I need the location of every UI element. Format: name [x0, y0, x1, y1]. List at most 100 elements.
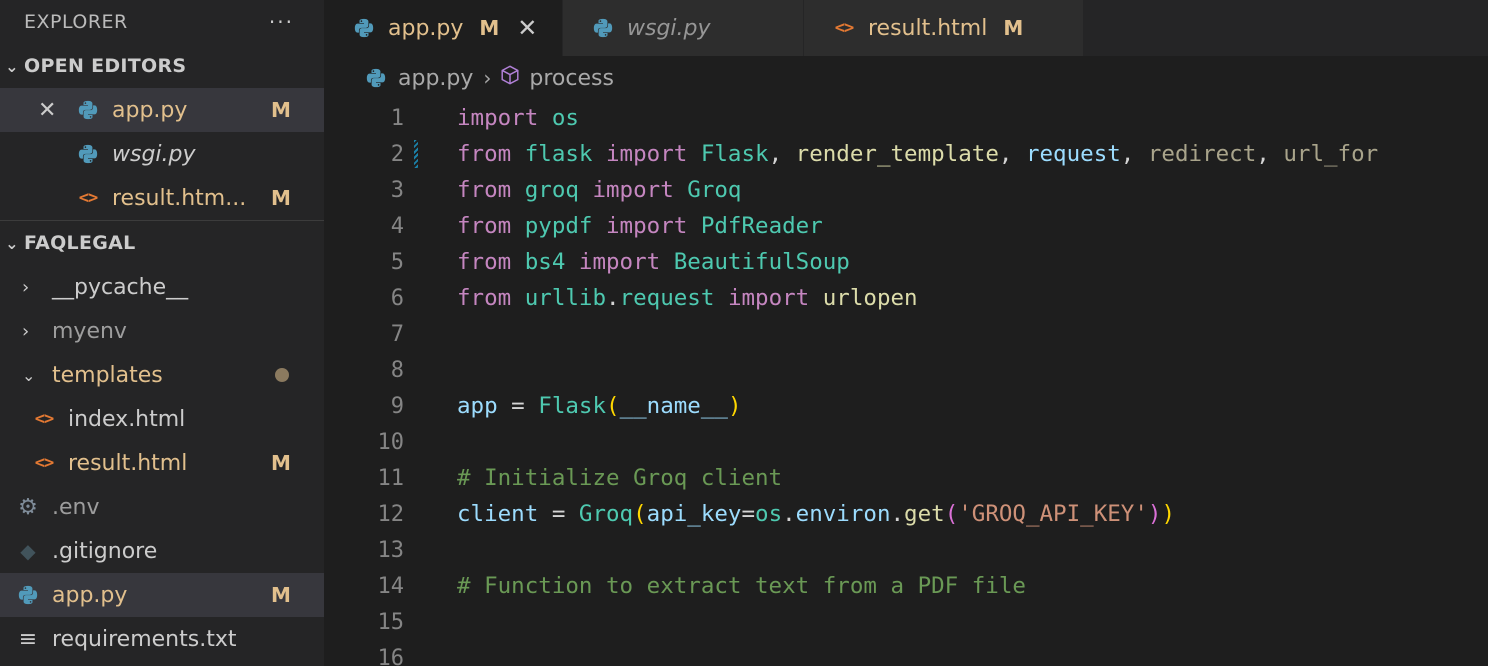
- line-number: 12: [377, 501, 405, 527]
- line-number: 1: [390, 105, 404, 131]
- editor-area: app.py M ✕ wsgi.py <> result.html M app.…: [324, 0, 1488, 666]
- line-number: 5: [390, 249, 404, 275]
- gear-icon: ⚙: [18, 494, 38, 520]
- tab-app-py[interactable]: app.py M ✕: [324, 0, 563, 56]
- code-line: 1 import os: [324, 100, 1488, 136]
- file-name: .gitignore: [52, 538, 158, 564]
- code-line: 14 # Function to extract text from a PDF …: [324, 568, 1488, 604]
- line-number: 3: [390, 177, 404, 203]
- tab-result-html[interactable]: <> result.html M: [804, 0, 1084, 56]
- chevron-right-icon: ›: [22, 276, 30, 298]
- file-name: requirements.txt: [52, 626, 237, 652]
- file-name: result.html: [68, 450, 188, 476]
- tab-wsgi-py[interactable]: wsgi.py: [563, 0, 804, 56]
- line-number: 8: [390, 357, 404, 383]
- file-result-html[interactable]: <> result.html M: [0, 441, 324, 485]
- chevron-down-icon: ⌄: [22, 365, 36, 385]
- line-number: 4: [390, 213, 404, 239]
- python-icon: [76, 142, 100, 166]
- line-number: 10: [377, 429, 405, 455]
- code-line: 7: [324, 316, 1488, 352]
- tab-label: app.py: [388, 15, 464, 41]
- code-line: 11 # Initialize Groq client: [324, 460, 1488, 496]
- code-line: 15: [324, 604, 1488, 640]
- folder-name: myenv: [52, 318, 127, 344]
- modified-badge: M: [1003, 16, 1024, 40]
- chevron-right-icon: ›: [22, 320, 30, 342]
- html-icon: <>: [78, 188, 98, 208]
- more-actions-icon[interactable]: ···: [269, 10, 294, 34]
- python-icon: [364, 66, 388, 90]
- code-line: 3 from groq import Groq: [324, 172, 1488, 208]
- code-line: 16: [324, 640, 1488, 666]
- html-icon: <>: [34, 409, 54, 429]
- code-line: 13: [324, 532, 1488, 568]
- file-requirements-txt[interactable]: ≡ requirements.txt: [0, 617, 324, 661]
- file-env[interactable]: ⚙ .env: [0, 485, 324, 529]
- explorer-header: EXPLORER ···: [0, 0, 324, 44]
- html-icon: <>: [834, 18, 854, 38]
- tab-bar: app.py M ✕ wsgi.py <> result.html M: [324, 0, 1488, 56]
- method-cube-icon: [499, 64, 521, 92]
- folder-myenv[interactable]: › myenv: [0, 309, 324, 353]
- file-app-py[interactable]: app.py M: [0, 573, 324, 617]
- folder-pycache[interactable]: › __pycache__: [0, 265, 324, 309]
- file-name: app.py: [112, 97, 188, 123]
- python-icon: [591, 16, 615, 40]
- code-line: 9 app = Flask(__name__): [324, 388, 1488, 424]
- project-label: FAQLEGAL: [24, 232, 136, 254]
- modified-badge: M: [271, 186, 291, 210]
- line-number: 16: [377, 645, 405, 666]
- line-number: 14: [377, 573, 405, 599]
- open-editor-wsgi-py[interactable]: wsgi.py: [0, 132, 324, 176]
- line-number: 9: [390, 393, 404, 419]
- code-editor[interactable]: 1 import os 2 from flask import Flask, ren…: [324, 100, 1488, 666]
- modified-badge: M: [271, 451, 291, 475]
- modified-badge: M: [479, 16, 500, 40]
- file-name: .env: [52, 494, 100, 520]
- tab-label: wsgi.py: [627, 15, 711, 41]
- code-line: 12 client = Groq(api_key=os.environ.get('…: [324, 496, 1488, 532]
- html-icon: <>: [34, 453, 54, 473]
- open-editor-app-py[interactable]: ✕ app.py M: [0, 88, 324, 132]
- line-number: 7: [390, 321, 404, 347]
- modified-dot: [275, 368, 289, 382]
- code-line: 4 from pypdf import PdfReader: [324, 208, 1488, 244]
- line-number: 13: [377, 537, 405, 563]
- breadcrumb-file[interactable]: app.py: [398, 66, 473, 91]
- file-name: wsgi.py: [112, 141, 196, 167]
- explorer-title: EXPLORER: [24, 11, 128, 33]
- open-editors-label: OPEN EDITORS: [24, 55, 187, 77]
- folder-name: templates: [52, 362, 163, 388]
- close-icon[interactable]: ✕: [38, 98, 56, 123]
- code-line: 10: [324, 424, 1488, 460]
- open-editor-result-html[interactable]: <> result.htm... M: [0, 176, 324, 220]
- code-line: 2 from flask import Flask, render_templat…: [324, 136, 1488, 172]
- folder-name: __pycache__: [52, 274, 189, 300]
- chevron-right-icon: ›: [483, 66, 492, 90]
- project-header[interactable]: ⌄ FAQLEGAL: [0, 221, 324, 265]
- modified-badge: M: [271, 98, 291, 122]
- chevron-down-icon: ⌄: [5, 233, 19, 253]
- file-gitignore[interactable]: ◆ .gitignore: [0, 529, 324, 573]
- code-line: 6 from urllib.request import urlopen: [324, 280, 1488, 316]
- git-icon: ◆: [20, 539, 36, 563]
- file-name: index.html: [68, 406, 186, 432]
- close-icon[interactable]: ✕: [517, 14, 537, 42]
- modified-line-indicator: [414, 140, 418, 168]
- text-file-icon: ≡: [18, 626, 38, 652]
- python-icon: [352, 16, 376, 40]
- file-index-html[interactable]: <> index.html: [0, 397, 324, 441]
- open-editors-header[interactable]: ⌄ OPEN EDITORS: [0, 44, 324, 88]
- line-number: 15: [377, 609, 405, 635]
- python-icon: [16, 583, 40, 607]
- file-name: app.py: [52, 582, 128, 608]
- breadcrumb: app.py › process: [324, 56, 1488, 100]
- line-number: 11: [377, 465, 405, 491]
- breadcrumb-symbol[interactable]: process: [529, 66, 614, 91]
- python-icon: [76, 98, 100, 122]
- code-line: 5 from bs4 import BeautifulSoup: [324, 244, 1488, 280]
- chevron-down-icon: ⌄: [5, 56, 19, 76]
- folder-templates[interactable]: ⌄ templates: [0, 353, 324, 397]
- file-name: result.htm...: [112, 185, 247, 211]
